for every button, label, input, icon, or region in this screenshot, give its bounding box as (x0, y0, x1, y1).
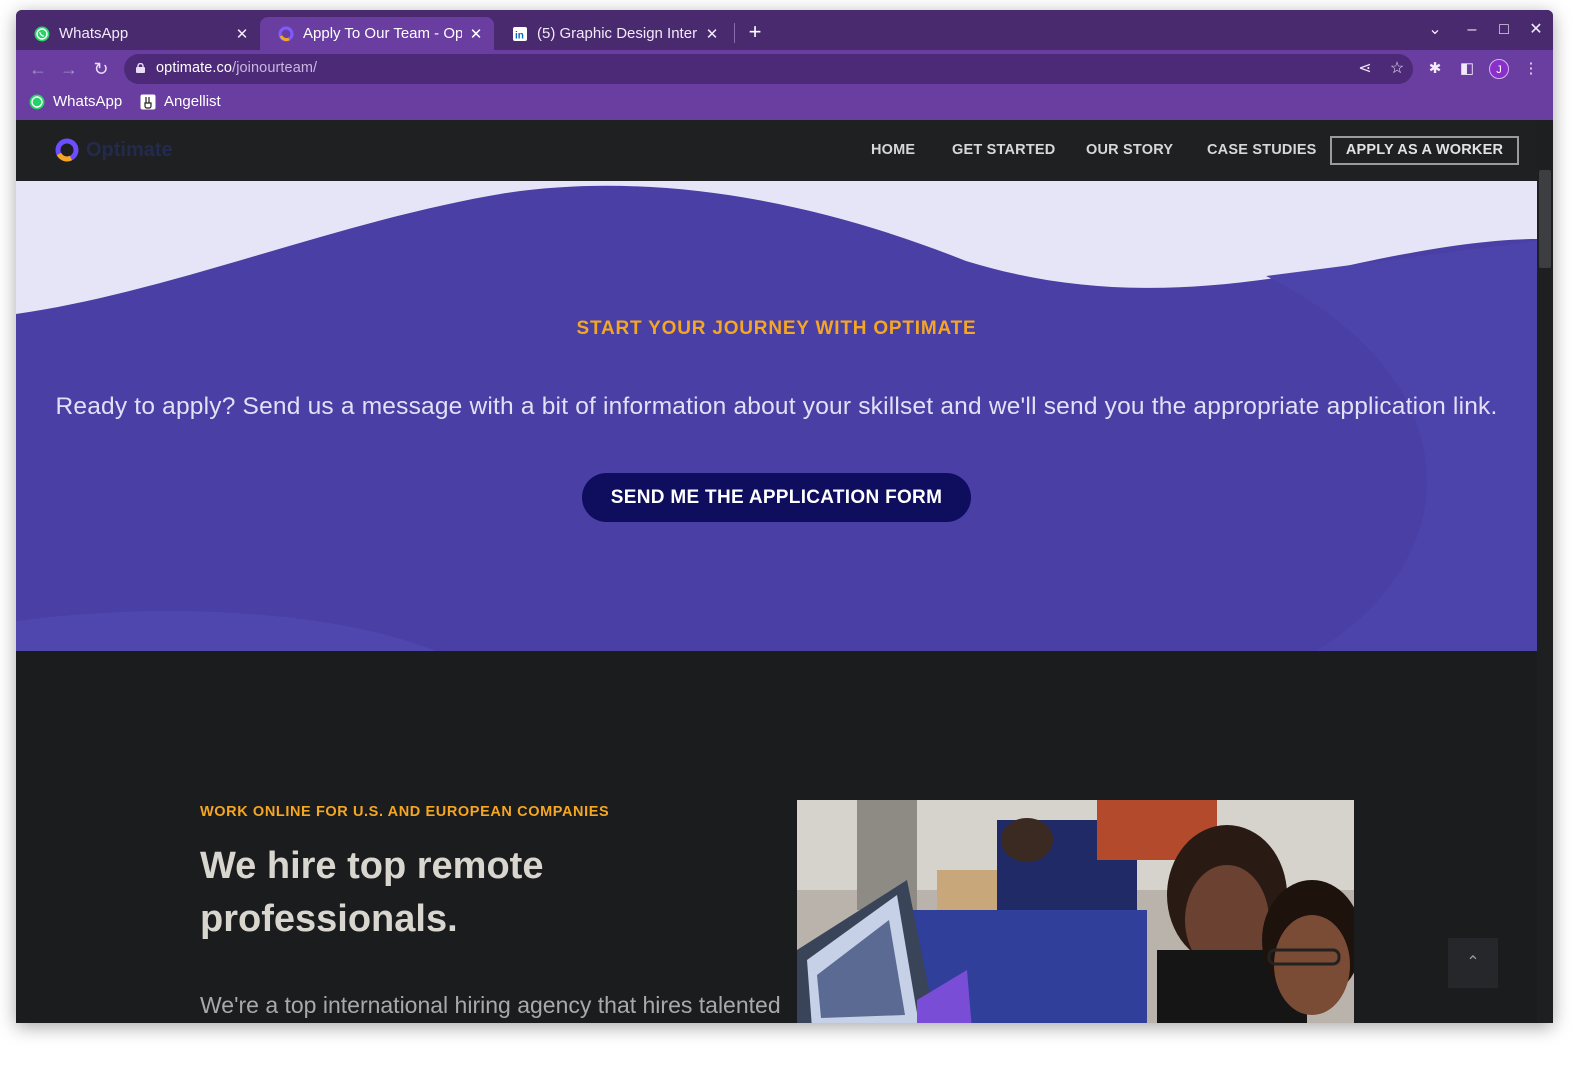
back-icon[interactable]: ← (25, 56, 51, 82)
tab-optimate[interactable]: Apply To Our Team - Optimate ✕ (260, 17, 494, 50)
tab-title: Apply To Our Team - Optimate (303, 25, 462, 42)
tab-linkedin[interactable]: in (5) Graphic Design Internship ✕ (494, 17, 730, 50)
section-eyebrow: WORK ONLINE FOR U.S. AND EUROPEAN COMPAN… (200, 804, 610, 820)
section-heading: We hire top remote professionals. (200, 845, 544, 940)
whatsapp-icon (29, 94, 45, 109)
nav-get-started[interactable]: GET STARTED (952, 142, 1055, 158)
hero-kicker: START YOUR JOURNEY WITH OPTIMATE (576, 318, 977, 339)
team-photo (797, 800, 1354, 1023)
side-panel-icon[interactable]: ◧ (1457, 59, 1477, 79)
extensions-icon[interactable]: ✱ (1425, 59, 1445, 79)
send-application-form-button[interactable]: SEND ME THE APPLICATION FORM (582, 473, 971, 522)
url-text: optimate.co/joinourteam/ (156, 60, 317, 76)
tab-separator (734, 23, 735, 43)
page-scrollbar[interactable] (1537, 120, 1553, 1023)
browser-toolbar: ← → ↻ optimate.co/joinourteam/ ⋖ ☆ ✱ ◧ J… (16, 50, 1553, 88)
nav-home[interactable]: HOME (871, 142, 915, 158)
close-tab-icon[interactable]: ✕ (468, 25, 484, 43)
logo-text: Optimate (86, 138, 173, 161)
tab-strip: WhatsApp ✕ Apply To Our Team - Optimate … (16, 10, 1553, 50)
hero-lead: Ready to apply? Send us a message with a… (55, 393, 1498, 420)
hero-section: START YOUR JOURNEY WITH OPTIMATE Ready t… (16, 181, 1537, 651)
reload-icon[interactable]: ↻ (88, 56, 114, 82)
apply-as-worker-button[interactable]: APPLY AS A WORKER (1330, 136, 1519, 165)
optimate-icon (278, 26, 294, 41)
tab-title: (5) Graphic Design Internship (537, 25, 698, 42)
section-body: We're a top international hiring agency … (200, 992, 781, 1018)
profile-avatar[interactable]: J (1489, 59, 1509, 79)
site-header: Optimate HOME GET STARTED OUR STORY CASE… (16, 120, 1537, 181)
bookmark-angellist[interactable]: Angellist (140, 93, 221, 110)
close-tab-icon[interactable]: ✕ (234, 25, 250, 43)
svg-text:in: in (515, 30, 524, 41)
angellist-icon (140, 94, 156, 109)
tab-search-icon[interactable]: ⌄ (1423, 18, 1447, 42)
scroll-to-top-button[interactable]: ⌃ (1448, 938, 1498, 988)
bookmarks-bar: WhatsApp Angellist (16, 88, 1553, 120)
url-path: /joinourteam/ (232, 60, 318, 76)
nav-case-studies[interactable]: CASE STUDIES (1207, 142, 1317, 158)
bookmark-star-icon[interactable]: ☆ (1387, 59, 1407, 79)
whatsapp-icon (34, 26, 50, 41)
menu-kebab-icon[interactable]: ⋮ (1521, 59, 1541, 79)
team-photo-illustration (797, 800, 1354, 1023)
maximize-icon[interactable]: □ (1492, 18, 1516, 42)
bookmark-whatsapp[interactable]: WhatsApp (29, 93, 122, 110)
address-bar[interactable]: optimate.co/joinourteam/ ⋖ ☆ (124, 54, 1413, 84)
bookmark-label: WhatsApp (53, 93, 123, 110)
url-host: optimate.co (156, 60, 233, 76)
site-logo[interactable]: Optimate (54, 137, 173, 163)
minimize-icon[interactable]: – (1460, 18, 1484, 42)
tab-whatsapp[interactable]: WhatsApp ✕ (16, 17, 260, 50)
optimate-logo-icon (55, 138, 79, 162)
scrollbar-thumb[interactable] (1539, 170, 1551, 268)
share-icon[interactable]: ⋖ (1355, 59, 1375, 79)
close-window-icon[interactable]: ✕ (1524, 18, 1548, 42)
browser-window: WhatsApp ✕ Apply To Our Team - Optimate … (16, 10, 1553, 1023)
new-tab-button[interactable]: + (743, 20, 767, 44)
tab-title: WhatsApp (59, 25, 129, 42)
forward-icon[interactable]: → (56, 56, 82, 82)
close-tab-icon[interactable]: ✕ (704, 25, 720, 43)
nav-our-story[interactable]: OUR STORY (1086, 142, 1173, 158)
linkedin-icon: in (513, 26, 527, 41)
lock-icon (136, 63, 145, 73)
bookmark-label: Angellist (164, 93, 221, 110)
